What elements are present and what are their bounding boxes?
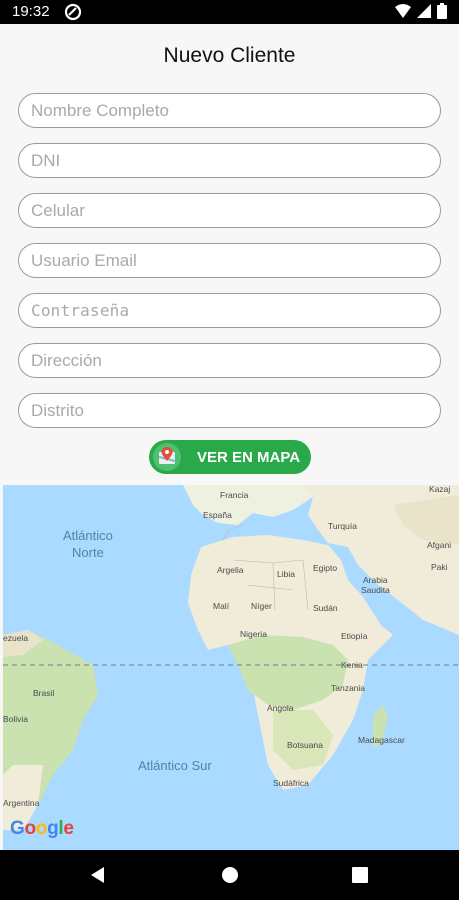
map-label: Angola (267, 703, 294, 713)
wifi-icon (395, 4, 411, 23)
distrito-input[interactable] (19, 394, 440, 427)
dni-input[interactable] (19, 144, 440, 177)
nombre-input[interactable] (19, 94, 440, 127)
direccion-input[interactable] (19, 344, 440, 377)
map-label: Níger (251, 601, 272, 611)
distrito-field[interactable] (18, 393, 441, 428)
map-label: Afgani (427, 540, 452, 550)
map-label: Kenia (341, 660, 363, 670)
map-button-label: VER EN MAPA (197, 449, 301, 466)
email-field[interactable] (18, 243, 441, 278)
signal-icon (417, 4, 431, 23)
new-client-screen: Nuevo Cliente VER EN MAPA (0, 24, 459, 850)
map-label: Francia (220, 490, 249, 500)
map-label: Tanzania (331, 683, 366, 693)
map-label: Malí (213, 601, 230, 611)
dni-field[interactable] (18, 143, 441, 178)
map-label: Etiopía (341, 631, 368, 641)
ocean-label-line: Norte (72, 545, 104, 560)
status-bar: 19:32 (0, 0, 459, 24)
ocean-label-line: Atlántico (63, 528, 113, 543)
ocean-label-atlantico-sur: Atlántico Sur (138, 758, 212, 773)
map-label: Arabia (363, 575, 388, 585)
map-view[interactable]: Atlántico Norte Atlántico Sur Francia Es… (3, 485, 459, 850)
back-icon[interactable] (88, 865, 108, 885)
map-label: Paki (431, 562, 448, 572)
recents-icon[interactable] (350, 865, 370, 885)
celular-field[interactable] (18, 193, 441, 228)
map-pin-icon (153, 443, 181, 471)
password-input[interactable] (19, 294, 440, 327)
map-label: Sudáfrica (273, 778, 309, 788)
celular-input[interactable] (19, 194, 440, 227)
email-input[interactable] (19, 244, 440, 277)
map-label: Argentina (3, 798, 40, 808)
map-label: ezuela (3, 633, 29, 643)
map-label: Sudán (313, 603, 338, 613)
map-label: Nigeria (240, 629, 267, 639)
status-icons (395, 3, 447, 24)
home-icon[interactable] (220, 865, 240, 885)
sync-icon (64, 3, 82, 21)
map-label: Argelia (217, 565, 244, 575)
page-title: Nuevo Cliente (163, 44, 296, 67)
map-label: Libia (277, 569, 295, 579)
map-label: Egipto (313, 563, 338, 573)
map-label: Kazaj (429, 485, 451, 494)
map-label: Turquía (328, 521, 357, 531)
nombre-field[interactable] (18, 93, 441, 128)
map-label: Saudita (361, 585, 390, 595)
map-label: Botsuana (287, 740, 323, 750)
map-label: Brasil (33, 688, 55, 698)
direccion-field[interactable] (18, 343, 441, 378)
map-label: Madagascar (358, 735, 405, 745)
map-label: España (203, 510, 232, 520)
battery-icon (437, 3, 447, 24)
ver-en-mapa-button[interactable]: VER EN MAPA (149, 440, 311, 474)
navigation-bar (0, 850, 459, 900)
password-field[interactable] (18, 293, 441, 328)
google-logo: Google (10, 818, 74, 839)
status-time: 19:32 (12, 3, 50, 20)
map-label: Bolivia (3, 714, 29, 724)
ocean-label-atlantico-norte: Atlántico Norte (63, 527, 113, 561)
